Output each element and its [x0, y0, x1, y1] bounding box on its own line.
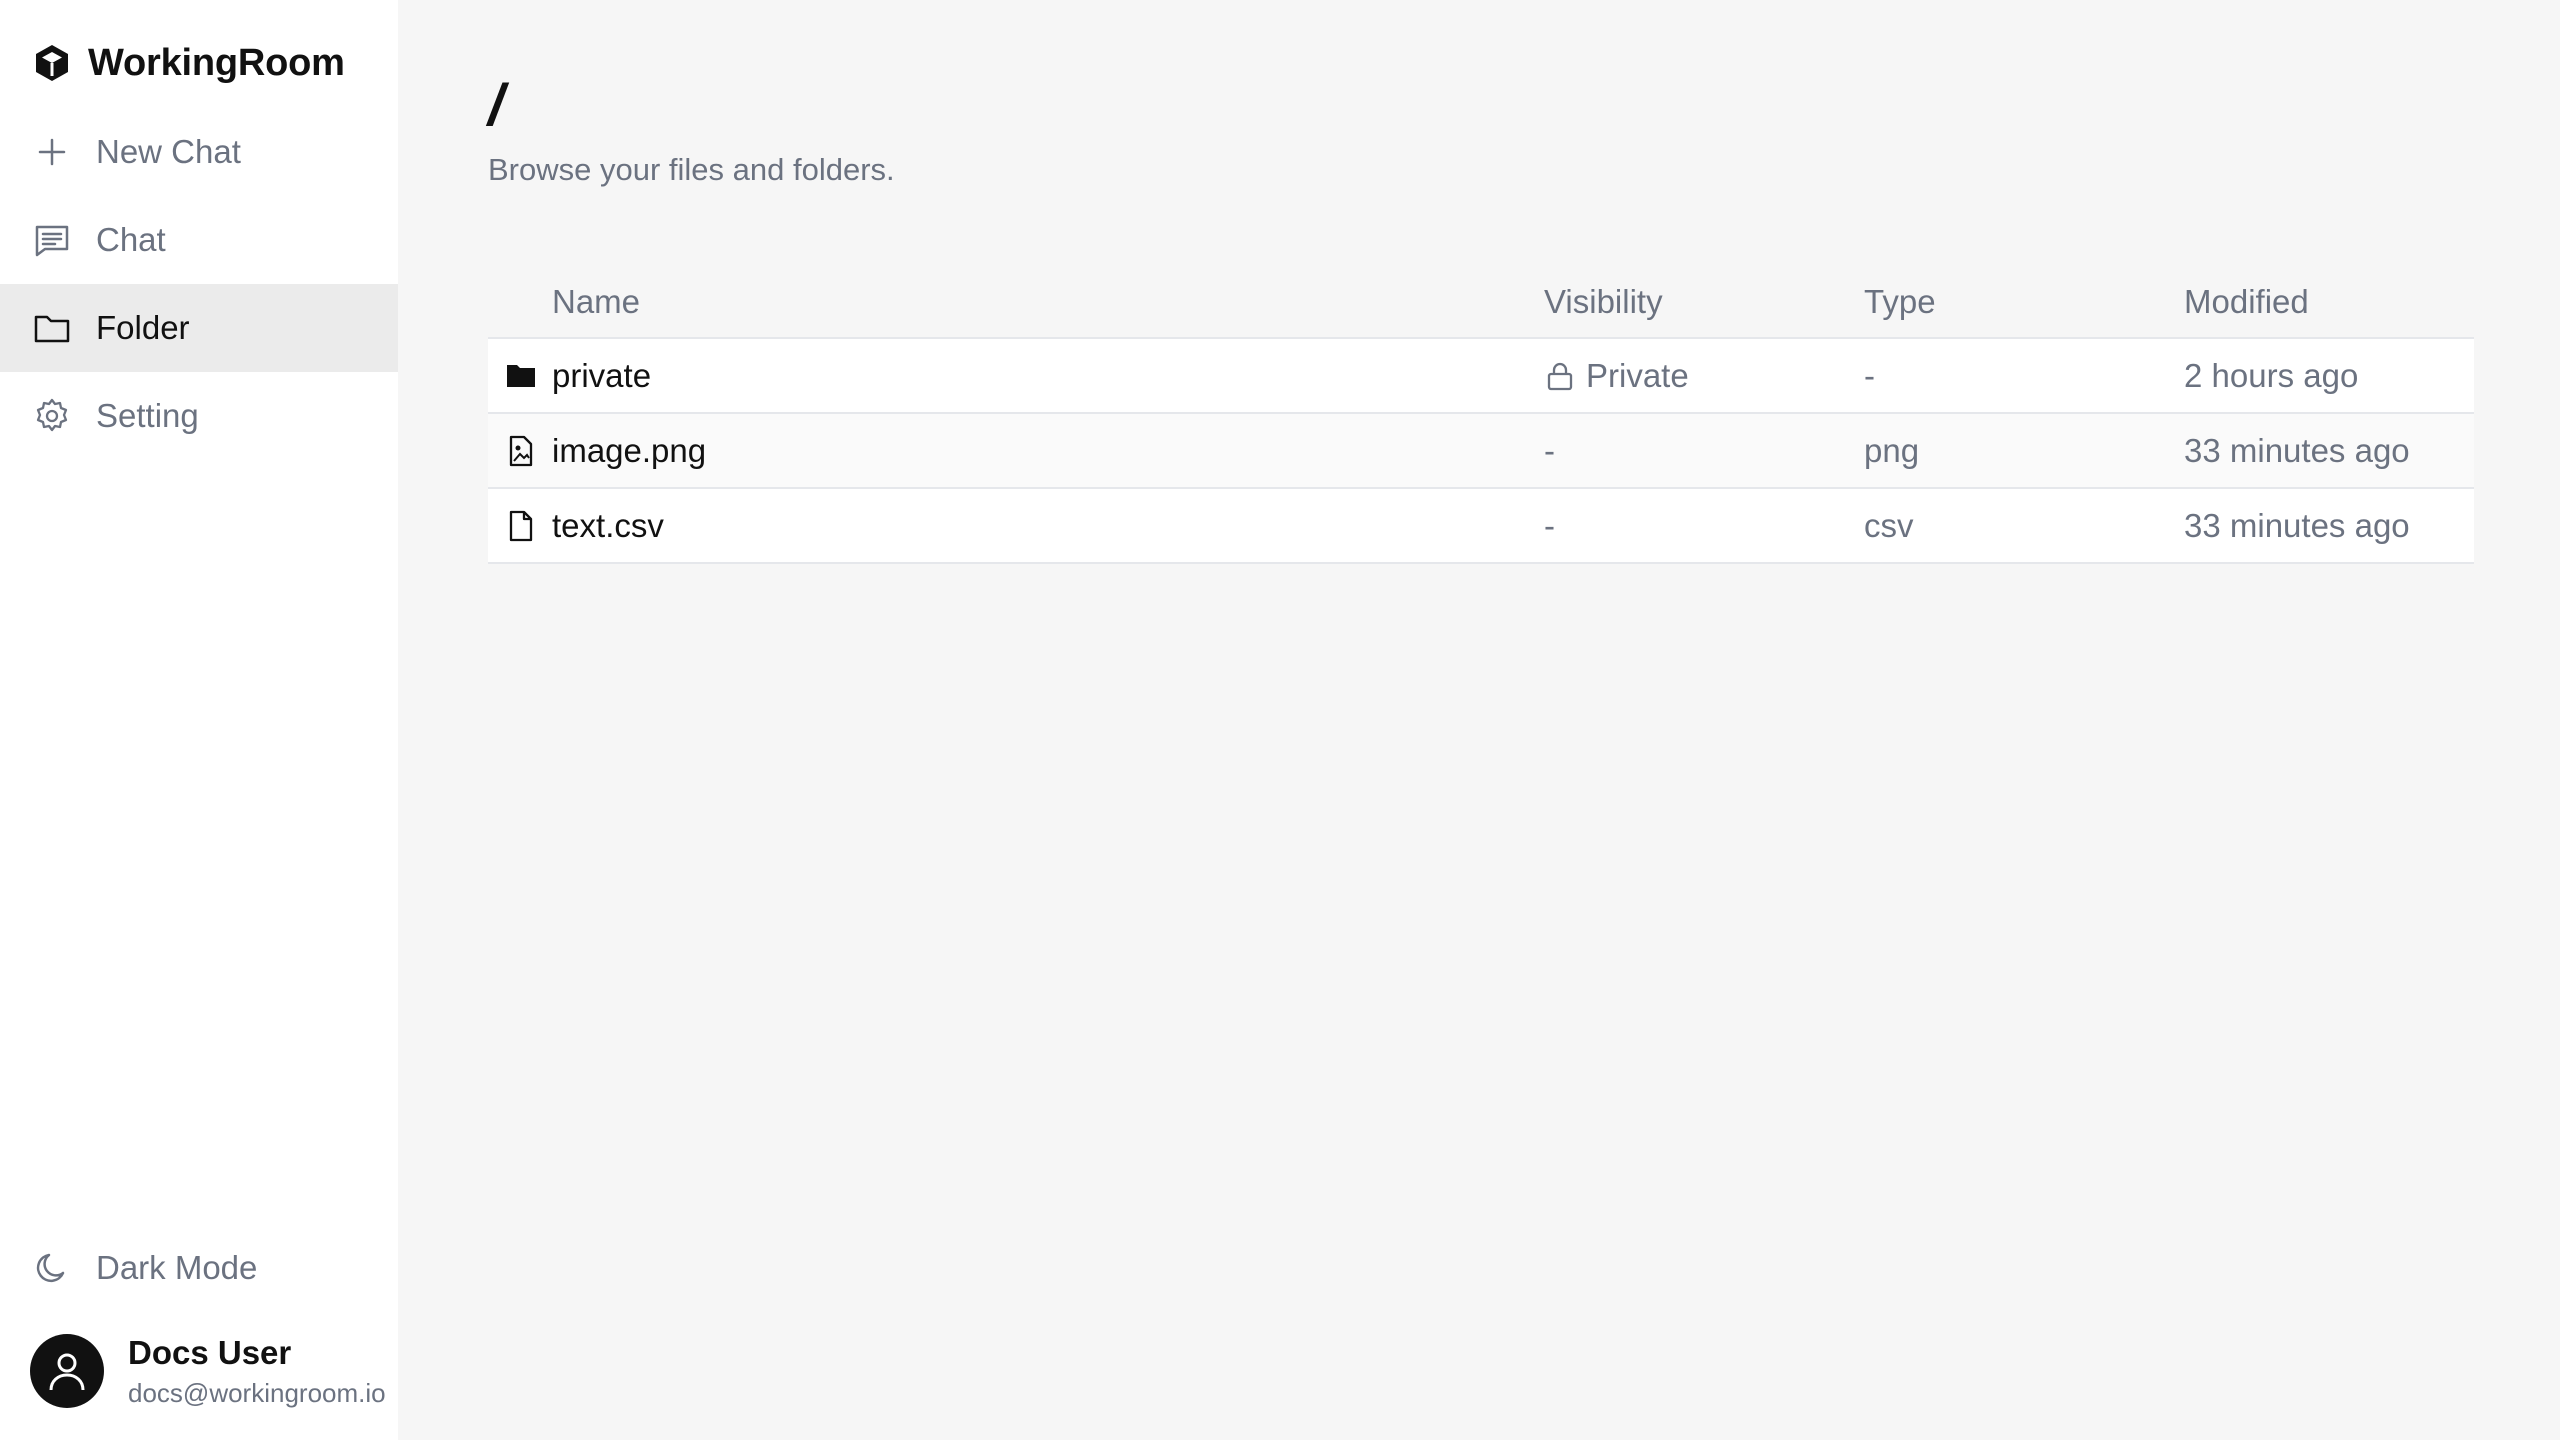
dark-mode-label: Dark Mode	[96, 1249, 258, 1286]
sidebar-item-label: Chat	[96, 221, 166, 258]
visibility-value: -	[1544, 488, 1864, 564]
dark-mode-toggle[interactable]: Dark Mode	[0, 1224, 398, 1312]
sidebar: WorkingRoom New Chat Chat Folder Setting…	[0, 0, 398, 1440]
moon-icon	[32, 1248, 72, 1288]
sidebar-item-folder[interactable]: Folder	[0, 284, 398, 372]
user-icon	[49, 1353, 85, 1391]
chat-icon	[32, 220, 72, 260]
column-header-visibility[interactable]: Visibility	[1544, 266, 1864, 339]
plus-icon	[32, 132, 72, 172]
table-header-row: Name Visibility Type Modified	[488, 266, 2474, 339]
modified-value: 2 hours ago	[2184, 338, 2474, 414]
main-content: / Browse your files and folders. Name Vi…	[398, 0, 2560, 1440]
file-name: text.csv	[552, 506, 664, 544]
type-value: png	[1864, 413, 2184, 489]
sidebar-item-label: New Chat	[96, 133, 241, 170]
gear-icon	[32, 396, 72, 436]
lock-icon	[1544, 360, 1576, 392]
visibility-value: Private	[1586, 356, 1689, 394]
sidebar-item-chat[interactable]: Chat	[0, 196, 398, 284]
folder-filled-icon	[504, 359, 538, 393]
type-value: csv	[1864, 488, 2184, 564]
user-name: Docs User	[128, 1333, 292, 1371]
brand[interactable]: WorkingRoom	[0, 32, 398, 94]
file-table: Name Visibility Type Modified private Pr…	[488, 266, 2474, 564]
avatar	[30, 1334, 104, 1408]
user-profile[interactable]: Docs User docs@workingroom.io	[0, 1312, 398, 1430]
workingroom-logo-icon	[32, 43, 72, 83]
sidebar-bottom: Dark Mode Docs User docs@workingroom.io	[0, 1224, 398, 1440]
image-file-icon	[504, 434, 538, 468]
sidebar-item-label: Folder	[96, 309, 190, 346]
modified-value: 33 minutes ago	[2184, 413, 2474, 489]
type-value: -	[1864, 338, 2184, 414]
file-name: image.png	[552, 431, 707, 469]
page-title: /	[488, 73, 505, 138]
file-icon	[504, 509, 538, 543]
sidebar-item-setting[interactable]: Setting	[0, 372, 398, 460]
page-subtitle: Browse your files and folders.	[488, 152, 895, 187]
table-row[interactable]: text.csv - csv 33 minutes ago	[488, 488, 2474, 564]
modified-value: 33 minutes ago	[2184, 488, 2474, 564]
app-name: WorkingRoom	[88, 41, 345, 84]
sidebar-item-label: Setting	[96, 397, 199, 434]
table-row[interactable]: private Private - 2 hours ago	[488, 338, 2474, 414]
visibility-value: -	[1544, 413, 1864, 489]
table-row[interactable]: image.png - png 33 minutes ago	[488, 413, 2474, 489]
sidebar-item-new-chat[interactable]: New Chat	[0, 108, 398, 196]
sidebar-nav: New Chat Chat Folder Setting	[0, 108, 398, 460]
column-header-modified[interactable]: Modified	[2184, 266, 2474, 339]
file-name: private	[552, 356, 652, 394]
user-email: docs@workingroom.io	[128, 1377, 386, 1408]
folder-icon	[32, 308, 72, 348]
column-header-type[interactable]: Type	[1864, 266, 2184, 339]
column-header-name[interactable]: Name	[488, 266, 1544, 339]
